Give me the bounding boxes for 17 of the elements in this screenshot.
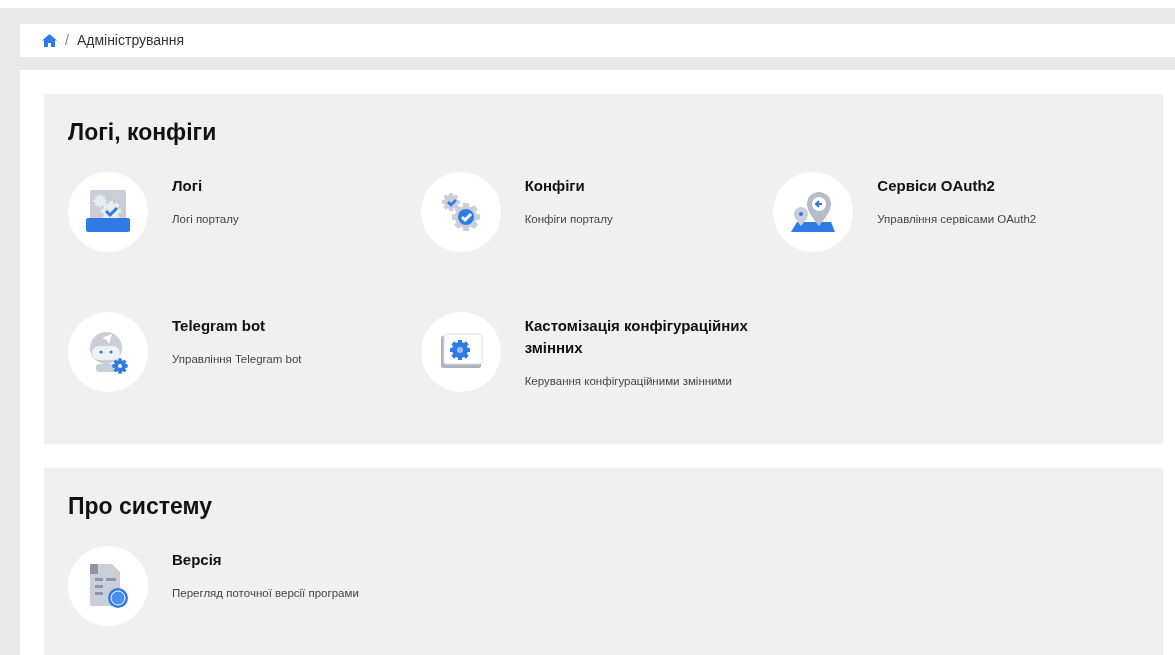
item-description: Управління сервісами OAuth2 bbox=[877, 212, 1038, 227]
item-description: Конфіги порталу bbox=[524, 212, 614, 227]
item-description: Управління Telegram bot bbox=[172, 352, 303, 367]
section-title: Логі, конфіги bbox=[68, 118, 218, 146]
breadcrumb-item[interactable]: Адміністрування bbox=[76, 30, 185, 51]
item-description: Керування конфігураційними змінними bbox=[524, 374, 733, 389]
item-title[interactable]: Конфіги bbox=[524, 175, 774, 197]
item-description: Перегляд поточної версії програми bbox=[172, 586, 360, 601]
item-title[interactable]: Логі bbox=[172, 175, 421, 197]
item-title[interactable]: Telegram bot bbox=[172, 315, 421, 337]
home-icon[interactable] bbox=[42, 34, 57, 47]
item-title[interactable]: Сервіси OAuth2 bbox=[877, 175, 1126, 197]
item-description: Логі порталу bbox=[172, 212, 240, 227]
breadcrumb-separator: / bbox=[65, 31, 69, 50]
item-title[interactable]: Версія bbox=[172, 549, 421, 571]
item-title[interactable]: Кастомізація конфігураційних змінних bbox=[524, 315, 774, 359]
section-title: Про систему bbox=[68, 492, 213, 520]
